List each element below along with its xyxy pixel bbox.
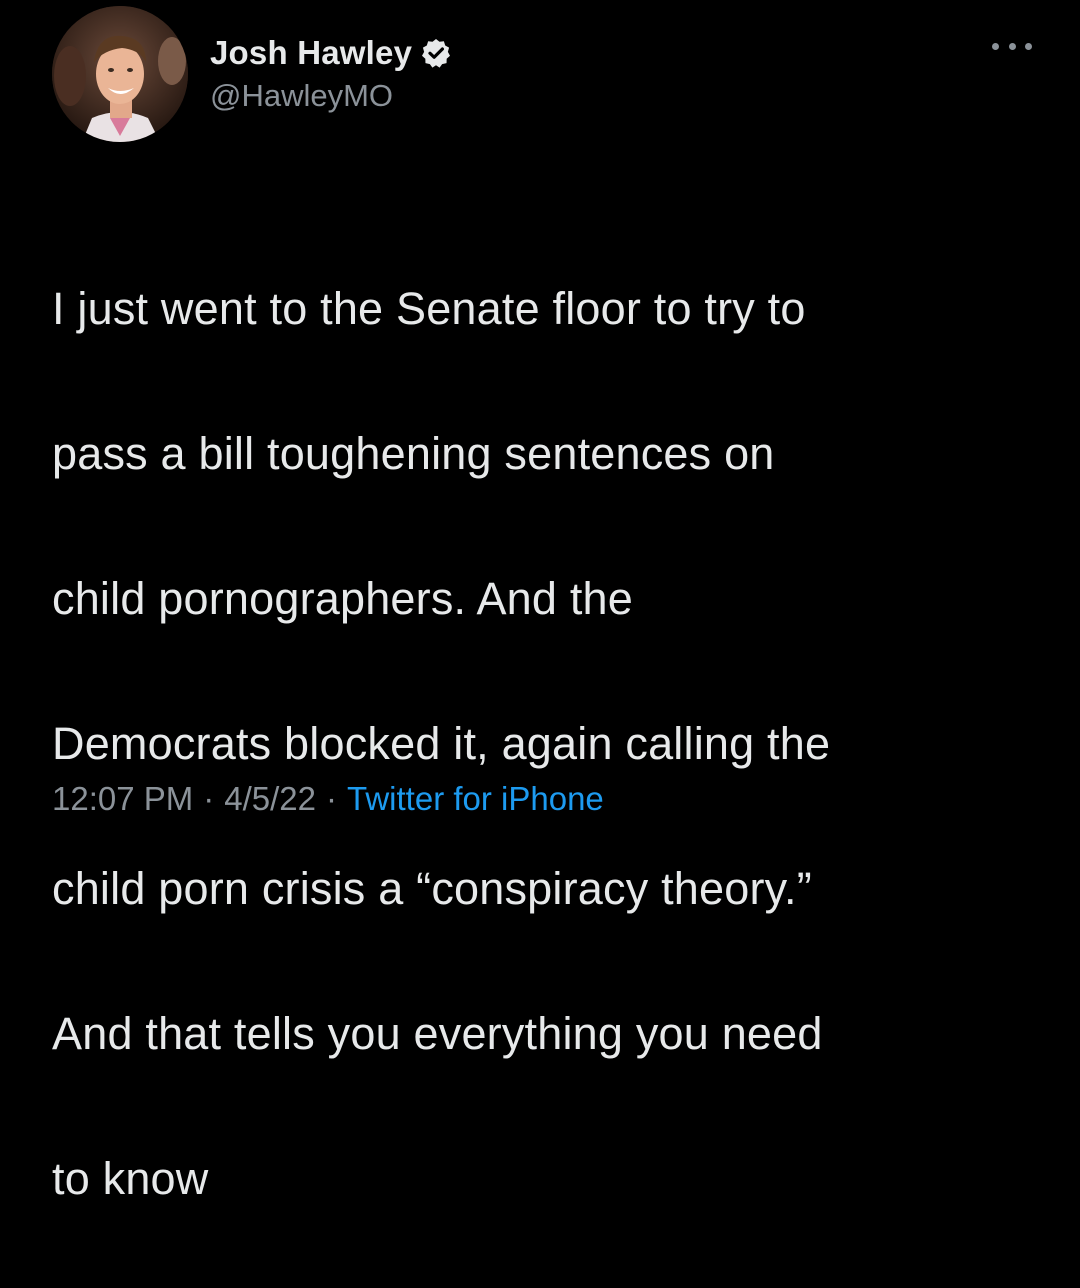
tweet-card: Josh Hawley @HawleyMO I just went to the… — [0, 0, 1080, 1204]
tweet-line: Democrats blocked it, again calling the — [52, 717, 831, 769]
author-names: Josh Hawley @HawleyMO — [210, 34, 452, 114]
tweet-line: I just went to the Senate floor to try t… — [52, 282, 806, 334]
meta-separator: · — [203, 780, 215, 817]
avatar-photo — [52, 6, 188, 142]
verified-badge-icon — [420, 37, 452, 69]
tweet-line: to know — [52, 1152, 209, 1204]
tweet-line: pass a bill toughening sentences on — [52, 427, 775, 479]
tweet-line: And that tells you everything you need — [52, 1007, 823, 1059]
tweet-header: Josh Hawley @HawleyMO — [52, 4, 452, 144]
tweet-line: child porn crisis a “conspiracy theory.” — [52, 862, 812, 914]
more-dot — [1008, 42, 1016, 50]
meta-separator: · — [326, 780, 337, 817]
tweet-date[interactable]: 4/5/22 — [224, 780, 316, 818]
tweet-meta: 12:07 PM · 4/5/22 · Twitter for iPhone — [52, 780, 604, 818]
avatar[interactable] — [52, 6, 188, 142]
more-options-icon[interactable] — [992, 36, 1032, 56]
more-dot — [1025, 42, 1032, 50]
tweet-source-link[interactable]: Twitter for iPhone — [347, 780, 604, 818]
more-dot — [992, 42, 999, 50]
tweet-time[interactable]: 12:07 PM — [52, 780, 193, 818]
handle[interactable]: @HawleyMO — [210, 78, 452, 114]
display-name[interactable]: Josh Hawley — [210, 34, 412, 72]
tweet-text: I just went to the Senate floor to try t… — [52, 200, 1052, 1288]
name-row: Josh Hawley — [210, 34, 452, 72]
tweet-line: child pornographers. And the — [52, 572, 633, 624]
